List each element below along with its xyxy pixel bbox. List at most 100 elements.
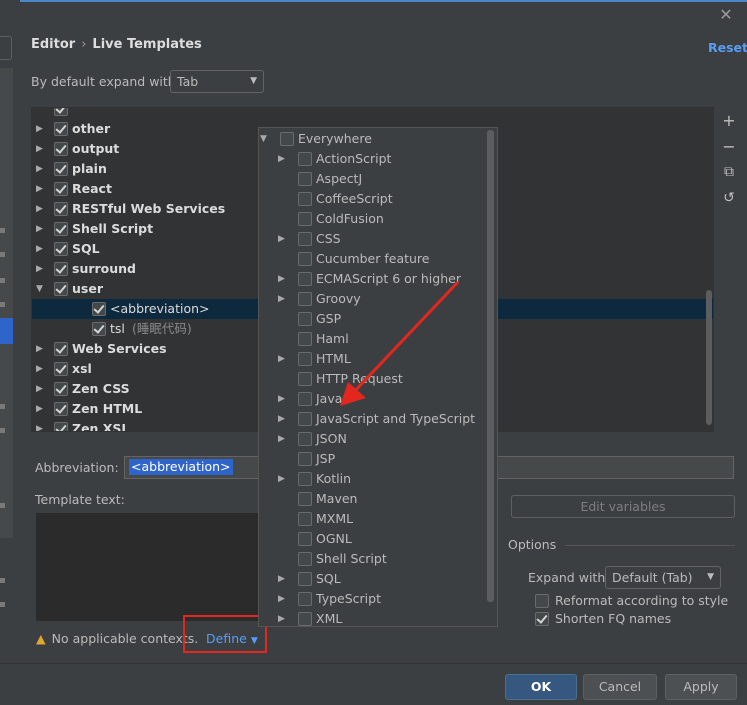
context-checkbox[interactable] [298, 212, 312, 226]
chevron-right-icon[interactable]: ▶ [278, 389, 288, 409]
tree-row-checkbox[interactable] [54, 402, 68, 416]
context-item[interactable]: ▶ ActionScript [259, 149, 497, 169]
tree-row-checkbox[interactable] [54, 122, 68, 136]
context-item[interactable]: ▶ JSON [259, 429, 497, 449]
chevron-right-icon[interactable]: ▶ [36, 139, 46, 159]
chevron-right-icon[interactable]: ▶ [36, 179, 46, 199]
reset-link[interactable]: Reset [708, 40, 747, 55]
tree-row-checkbox[interactable] [54, 142, 68, 156]
context-item[interactable]: ▶ SQL [259, 569, 497, 589]
chevron-right-icon[interactable]: ▶ [278, 409, 288, 429]
context-item[interactable]: Shell Script [259, 549, 497, 569]
context-checkbox[interactable] [298, 412, 312, 426]
context-item[interactable]: MXML [259, 509, 497, 529]
shorten-checkbox[interactable] [535, 612, 549, 626]
context-checkbox[interactable] [298, 552, 312, 566]
context-checkbox[interactable] [298, 312, 312, 326]
tree-row-checkbox[interactable] [54, 182, 68, 196]
context-item[interactable]: ▶ Kotlin [259, 469, 497, 489]
tree-row-checkbox[interactable] [54, 262, 68, 276]
settings-nav-selected[interactable] [0, 318, 13, 344]
chevron-right-icon[interactable]: ▶ [36, 219, 46, 239]
context-checkbox[interactable] [298, 272, 312, 286]
context-checkbox[interactable] [298, 592, 312, 606]
chevron-right-icon[interactable]: ▶ [36, 359, 46, 379]
chevron-right-icon[interactable]: ▶ [36, 159, 46, 179]
chevron-right-icon[interactable]: ▶ [278, 349, 288, 369]
chevron-right-icon[interactable]: ▶ [36, 239, 46, 259]
default-expand-combo[interactable]: Tab ▼ [170, 70, 264, 93]
tree-row-checkbox[interactable] [54, 422, 68, 431]
tree-row-checkbox[interactable] [54, 202, 68, 216]
context-checkbox[interactable] [298, 472, 312, 486]
context-item[interactable]: AspectJ [259, 169, 497, 189]
chevron-right-icon[interactable]: ▶ [36, 399, 46, 419]
restore-template-button[interactable]: ↺ [718, 187, 740, 209]
context-checkbox[interactable] [298, 172, 312, 186]
chevron-right-icon[interactable]: ▶ [278, 269, 288, 289]
context-checkbox[interactable] [298, 432, 312, 446]
tree-row-checkbox[interactable] [54, 362, 68, 376]
context-item[interactable]: OGNL [259, 529, 497, 549]
context-checkbox[interactable] [298, 372, 312, 386]
chevron-right-icon[interactable]: ▶ [278, 429, 288, 449]
ok-button[interactable]: OK [505, 674, 577, 700]
apply-button[interactable]: Apply [665, 674, 737, 700]
reformat-checkbox[interactable] [535, 594, 549, 608]
tree-row-checkbox[interactable] [92, 322, 106, 336]
chevron-right-icon[interactable]: ▶ [278, 569, 288, 589]
chevron-right-icon[interactable]: ▶ [278, 149, 288, 169]
tree-row-checkbox[interactable] [54, 342, 68, 356]
tree-row-checkbox[interactable] [54, 382, 68, 396]
cancel-button[interactable]: Cancel [583, 674, 657, 700]
chevron-right-icon[interactable]: ▶ [278, 289, 288, 309]
context-checkbox[interactable] [298, 332, 312, 346]
chevron-right-icon[interactable]: ▶ [36, 199, 46, 219]
popup-scrollbar[interactable] [487, 130, 494, 602]
chevron-right-icon[interactable]: ▶ [278, 469, 288, 489]
context-item[interactable]: ▶ TypeScript [259, 589, 497, 609]
context-checkbox[interactable] [298, 612, 312, 626]
context-checkbox[interactable] [298, 532, 312, 546]
context-checkbox[interactable] [298, 252, 312, 266]
context-item[interactable]: ▼ Everywhere [259, 129, 497, 149]
chevron-right-icon[interactable]: ▶ [278, 609, 288, 626]
context-item[interactable]: ▶ CSS [259, 229, 497, 249]
context-checkbox[interactable] [298, 352, 312, 366]
context-item[interactable]: ▶ XML [259, 609, 497, 626]
context-checkbox[interactable] [298, 232, 312, 246]
chevron-right-icon[interactable]: ▶ [36, 339, 46, 359]
chevron-right-icon[interactable]: ▶ [36, 379, 46, 399]
tree-scrollbar[interactable] [706, 290, 712, 425]
breadcrumb-editor[interactable]: Editor [31, 37, 75, 52]
context-checkbox[interactable] [298, 492, 312, 506]
chevron-right-icon[interactable]: ▶ [278, 589, 288, 609]
chevron-right-icon[interactable]: ▶ [278, 229, 288, 249]
tree-row-checkbox[interactable] [54, 282, 68, 296]
chevron-down-icon[interactable]: ▼ [36, 279, 46, 299]
context-item[interactable]: Cucumber feature [259, 249, 497, 269]
edit-variables-button[interactable]: Edit variables [511, 495, 735, 518]
tree-row-checkbox[interactable] [92, 302, 106, 316]
tree-row-checkbox[interactable] [54, 242, 68, 256]
context-item[interactable]: CoffeeScript [259, 189, 497, 209]
context-checkbox[interactable] [298, 392, 312, 406]
context-checkbox[interactable] [298, 152, 312, 166]
template-text-editor[interactable] [35, 512, 265, 622]
context-item[interactable]: ▶ JavaScript and TypeScript [259, 409, 497, 429]
chevron-right-icon[interactable]: ▶ [36, 259, 46, 279]
tree-row-checkbox[interactable] [54, 222, 68, 236]
context-checkbox[interactable] [298, 192, 312, 206]
context-checkbox[interactable] [298, 292, 312, 306]
chevron-down-icon[interactable]: ▼ [260, 129, 270, 149]
remove-template-button[interactable]: − [718, 136, 740, 158]
tree-row-checkbox[interactable] [54, 162, 68, 176]
expand-with-combo[interactable]: Default (Tab) ▼ [605, 566, 721, 589]
context-checkbox[interactable] [298, 512, 312, 526]
chevron-right-icon[interactable]: ▶ [36, 419, 46, 431]
copy-template-button[interactable]: ⧉ [718, 161, 740, 183]
context-checkbox[interactable] [298, 452, 312, 466]
left-search-box[interactable] [0, 36, 12, 60]
context-item[interactable]: JSP [259, 449, 497, 469]
context-item[interactable]: ColdFusion [259, 209, 497, 229]
